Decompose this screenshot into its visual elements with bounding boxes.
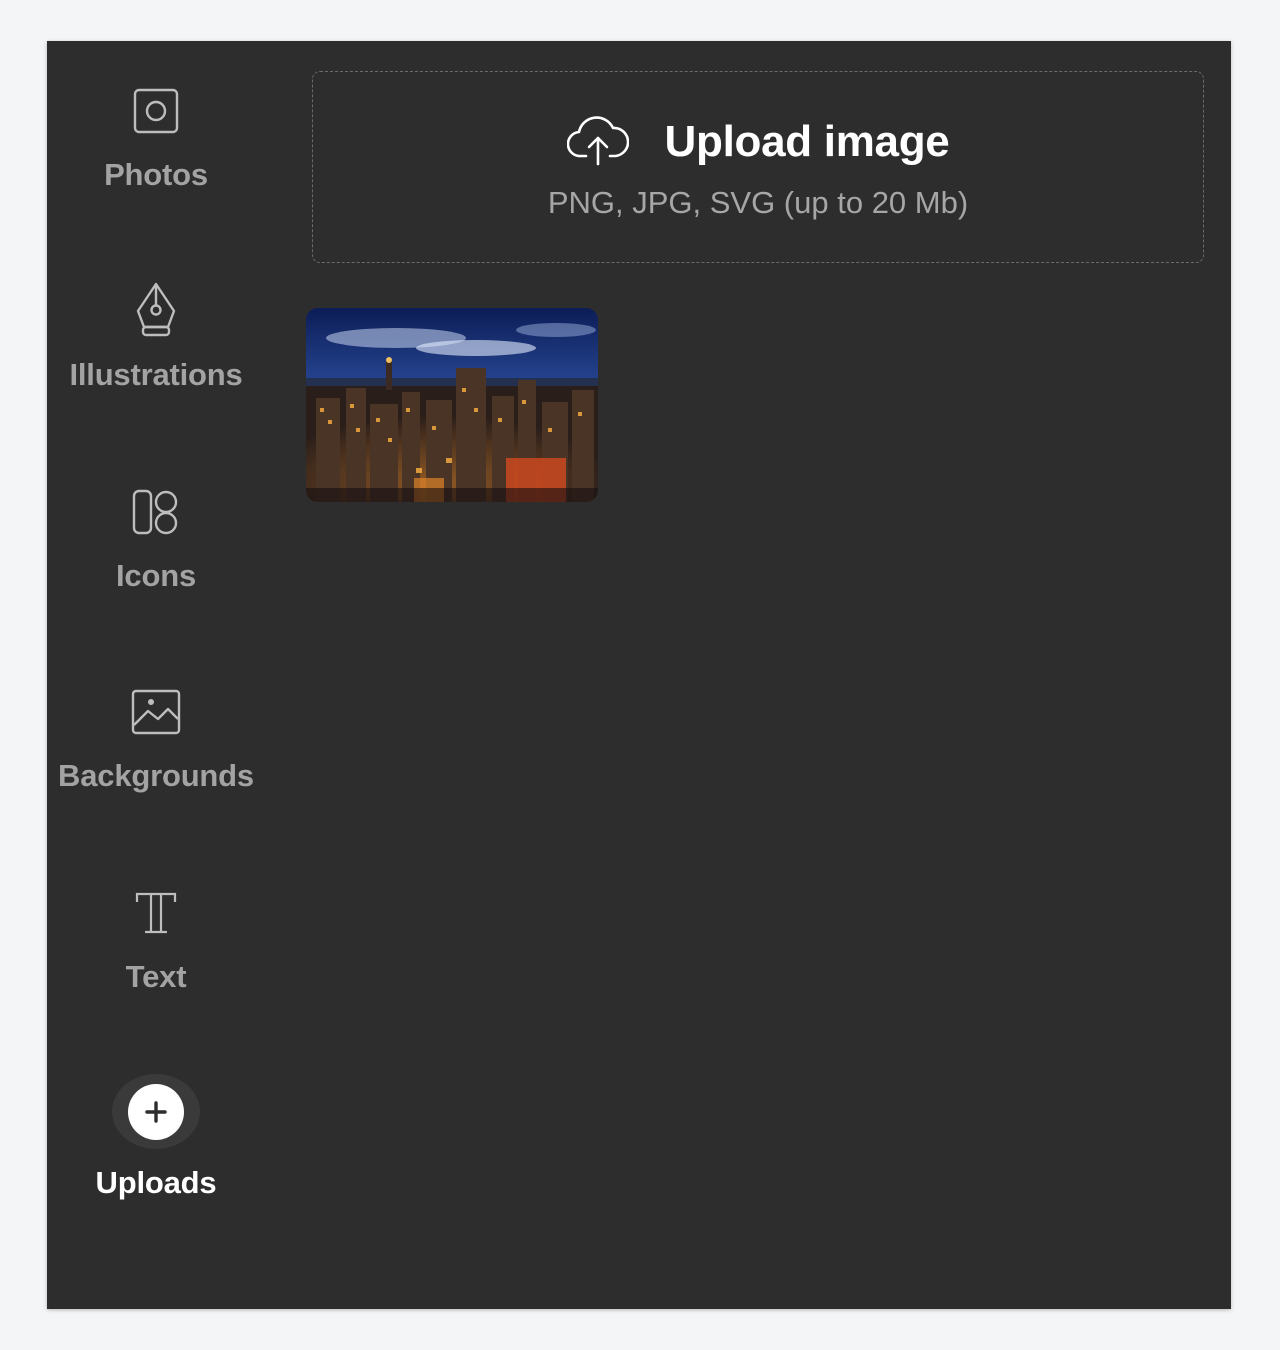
sidebar-item-text[interactable]: Text bbox=[47, 843, 265, 1003]
sidebar-item-illustrations[interactable]: Illustrations bbox=[47, 241, 265, 401]
cloud-upload-icon bbox=[566, 114, 629, 171]
landscape-image-icon bbox=[126, 682, 186, 742]
sidebar-item-uploads[interactable]: Uploads bbox=[47, 1041, 265, 1201]
sidebar-item-label: Photos bbox=[104, 157, 208, 192]
upload-subtitle: PNG, JPG, SVG (up to 20 Mb) bbox=[547, 184, 969, 220]
plus-circle-icon bbox=[112, 1074, 200, 1149]
sidebar-item-icons[interactable]: Icons bbox=[47, 442, 265, 602]
text-t-icon bbox=[126, 883, 186, 943]
city-night-image bbox=[306, 308, 598, 502]
sidebar-item-label: Text bbox=[125, 959, 187, 994]
sidebar: Photos Illustrations Icons Backgrounds T… bbox=[47, 41, 265, 1309]
upload-title: Upload image bbox=[664, 117, 950, 166]
shapes-icon bbox=[126, 482, 186, 542]
sidebar-item-label: Backgrounds bbox=[58, 758, 254, 793]
sidebar-item-backgrounds[interactable]: Backgrounds bbox=[47, 642, 265, 802]
editor-panel: Photos Illustrations Icons Backgrounds T… bbox=[47, 41, 1231, 1309]
sidebar-item-label: Illustrations bbox=[69, 357, 243, 392]
uploaded-image-thumbnail[interactable] bbox=[306, 308, 598, 502]
sidebar-item-photos[interactable]: Photos bbox=[47, 41, 265, 201]
photo-square-icon bbox=[126, 81, 186, 141]
sidebar-item-label: Icons bbox=[116, 558, 196, 593]
pen-nib-icon bbox=[126, 281, 186, 341]
upload-dropzone[interactable]: Upload image PNG, JPG, SVG (up to 20 Mb) bbox=[312, 71, 1204, 263]
sidebar-item-label: Uploads bbox=[95, 1165, 217, 1200]
